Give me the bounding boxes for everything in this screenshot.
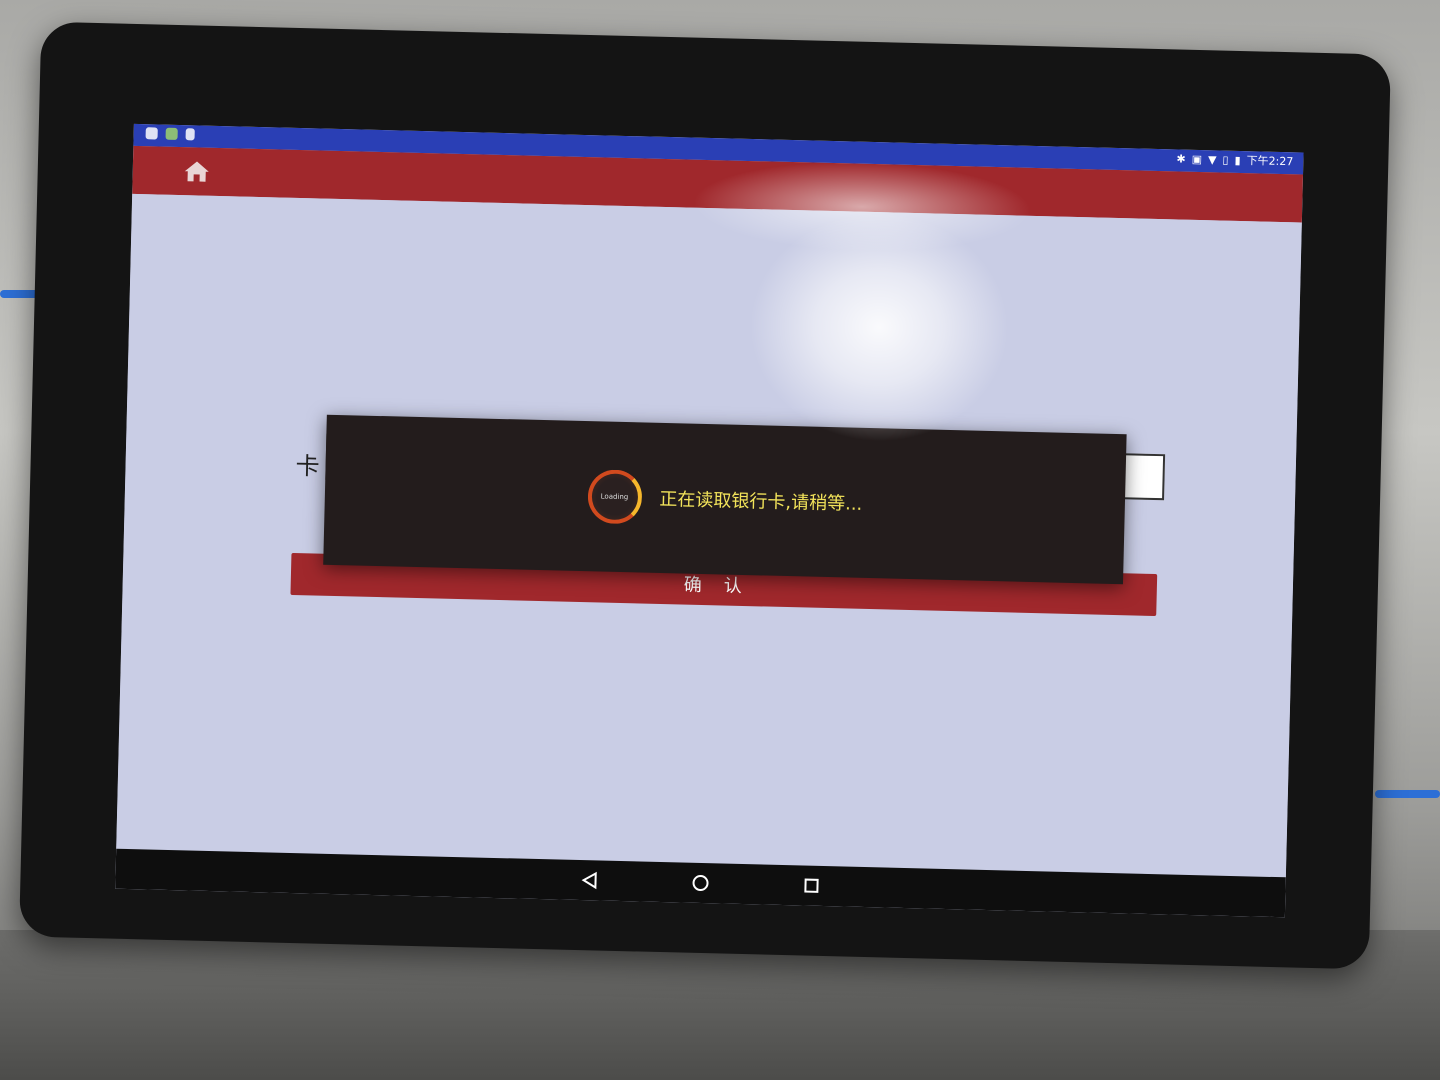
home-button[interactable] bbox=[180, 155, 213, 188]
recents-icon bbox=[804, 878, 819, 893]
loading-dialog: Loading 正在读取银行卡,请稍等... bbox=[323, 414, 1127, 585]
loading-spinner-icon: Loading bbox=[586, 469, 643, 525]
home-icon bbox=[184, 161, 209, 182]
lock-icon bbox=[185, 128, 195, 141]
recents-button[interactable] bbox=[798, 872, 825, 899]
back-button[interactable] bbox=[576, 867, 603, 894]
loading-message: 正在读取银行卡,请稍等... bbox=[659, 488, 863, 515]
status-time: 下午2:27 bbox=[1246, 154, 1294, 169]
vibrate-icon: ▣ bbox=[1191, 152, 1203, 167]
status-left-icons bbox=[145, 127, 195, 141]
back-icon bbox=[581, 871, 597, 890]
sim-icon: ▯ bbox=[1222, 153, 1229, 167]
status-right-icons: ✱ ▣ ▼ ▯ ▮ 下午2:27 bbox=[1176, 152, 1293, 169]
notification-icon bbox=[145, 127, 158, 140]
wifi-icon: ▼ bbox=[1207, 153, 1217, 167]
image-icon bbox=[165, 127, 178, 141]
battery-icon: ▮ bbox=[1234, 153, 1241, 167]
main-content: 卡 确认 Loading 正在读取银行卡,请稍等... bbox=[116, 193, 1302, 878]
blue-cable bbox=[1375, 790, 1440, 798]
tablet-device: ✱ ▣ ▼ ▯ ▮ 下午2:27 卡 确认 Loading 正在读取银行卡,请稍… bbox=[19, 21, 1391, 970]
tablet-screen: ✱ ▣ ▼ ▯ ▮ 下午2:27 卡 确认 Loading 正在读取银行卡,请稍… bbox=[115, 123, 1304, 918]
bluetooth-icon: ✱ bbox=[1176, 152, 1186, 166]
card-label: 卡 bbox=[295, 451, 320, 481]
home-nav-button[interactable] bbox=[687, 870, 714, 897]
home-circle-icon bbox=[692, 875, 709, 892]
